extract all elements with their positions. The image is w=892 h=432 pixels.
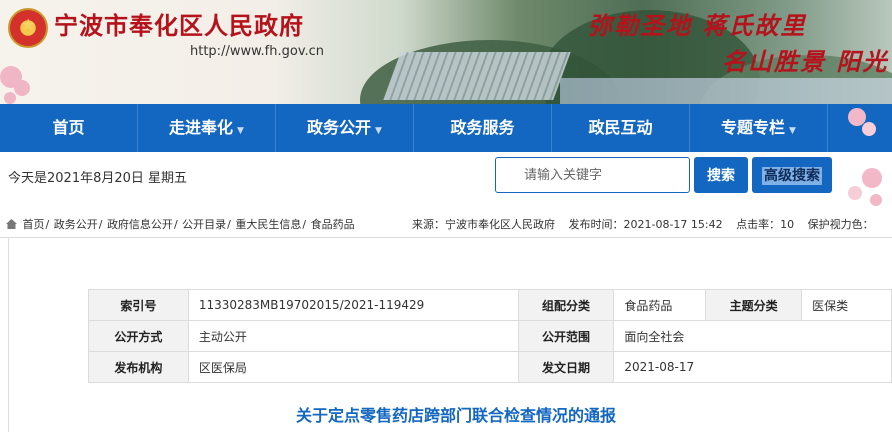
table-row: 发布机构 区医保局 发文日期 2021-08-17 [88, 351, 892, 383]
nav-item-about-fenghua[interactable]: 走进奉化 ▼ [138, 104, 276, 152]
index-value: 11330283MB19702015/2021-119429 [187, 289, 519, 321]
breadcrumb: 首页/ 政务公开/ 政府信息公开/ 公开目录/ 重大民生信息/ 食品药品 [6, 212, 355, 238]
blossom-decoration [870, 194, 882, 206]
chevron-down-icon: ▼ [789, 126, 796, 136]
advanced-search-button[interactable]: 高级搜索 [752, 157, 832, 193]
category-value: 食品药品 [613, 289, 707, 321]
org-label: 发布机构 [88, 351, 189, 383]
topic-label: 主题分类 [705, 289, 803, 321]
advanced-search-label: 高级搜索 [762, 167, 822, 185]
slogan-line-2: 名山胜景 阳光 [722, 47, 889, 76]
org-value: 区医保局 [187, 351, 519, 383]
category-label: 组配分类 [517, 289, 615, 321]
blossom-decoration [14, 80, 30, 96]
scope-label: 公开范围 [517, 320, 615, 352]
publish-value: 2021-08-17 15:42 [623, 218, 723, 231]
document-title: 关于定点零售药店跨部门联合检查情况的通报 [296, 406, 617, 425]
breadcrumb-separator: / [45, 218, 50, 231]
site-title[interactable]: 宁波市奉化区人民政府 [54, 6, 304, 41]
publish-label: 发布时间： [568, 218, 624, 231]
site-url: http://www.fh.gov.cn [190, 44, 325, 59]
breadcrumb-food-drug[interactable]: 食品药品 [311, 218, 355, 231]
method-value: 主动公开 [187, 320, 519, 352]
source-value: 宁波市奉化区人民政府 [445, 218, 555, 231]
banner-lake [560, 78, 892, 104]
main-nav: 首页 走进奉化 ▼ 政务公开 ▼ 政务服务 政民互动 专题专栏 ▼ [0, 104, 892, 152]
breadcrumb-separator: / [302, 218, 307, 231]
nav-item-home[interactable]: 首页 [0, 104, 138, 152]
nav-item-label: 首页 [52, 118, 85, 137]
breadcrumb-bar: 首页/ 政务公开/ 政府信息公开/ 公开目录/ 重大民生信息/ 食品药品 来源：… [0, 212, 892, 238]
clicks-label: 点击率： [736, 218, 781, 231]
blossom-decoration [848, 186, 862, 200]
nav-item-label: 专题专栏 [721, 118, 786, 137]
nav-decoration [828, 104, 892, 152]
chevron-down-icon: ▼ [237, 126, 244, 136]
nav-item-label: 政务公开 [307, 118, 372, 137]
topic-value: 医保类 [801, 289, 892, 321]
table-row: 索引号 11330283MB19702015/2021-119429 组配分类 … [88, 289, 892, 321]
chevron-down-icon: ▼ [375, 126, 382, 136]
breadcrumb-separator: / [98, 218, 103, 231]
nav-item-government-affairs[interactable]: 政务公开 ▼ [276, 104, 414, 152]
breadcrumb-info-disclosure[interactable]: 政府信息公开 [107, 218, 173, 231]
blossom-decoration [4, 92, 16, 104]
index-label: 索引号 [88, 289, 189, 321]
clicks-value: 10 [780, 218, 795, 231]
current-date: 今天是2021年8月20日 星期五 [8, 171, 188, 186]
info-table: 索引号 11330283MB19702015/2021-119429 组配分类 … [88, 289, 892, 383]
search-button[interactable]: 搜索 [694, 157, 748, 193]
date-value: 2021-08-17 [613, 351, 892, 383]
article-meta: 来源：宁波市奉化区人民政府 发布时间：2021-08-17 15:42 点击率：… [412, 212, 874, 238]
breadcrumb-livelihood[interactable]: 重大民生信息 [235, 218, 301, 231]
blossom-decoration [862, 122, 876, 136]
nav-item-special-topics[interactable]: 专题专栏 ▼ [690, 104, 828, 152]
blossom-decoration [840, 150, 892, 220]
nav-item-label: 走进奉化 [169, 118, 234, 137]
search-input[interactable] [495, 157, 690, 193]
table-row: 公开方式 主动公开 公开范围 面向全社会 [88, 320, 892, 352]
header-banner: 宁波市奉化区人民政府 http://www.fh.gov.cn 弥勒圣地 蒋氏故… [0, 0, 892, 104]
breadcrumb-home[interactable]: 首页 [23, 218, 45, 231]
slogan-line-1: 弥勒圣地 蒋氏故里 [588, 11, 807, 40]
home-icon [6, 219, 17, 229]
date-label: 发文日期 [517, 351, 615, 383]
breadcrumb-catalog[interactable]: 公开目录 [182, 218, 226, 231]
nav-item-public-interaction[interactable]: 政民互动 [552, 104, 690, 152]
scope-value: 面向全社会 [613, 320, 892, 352]
banner-greenhouse [383, 52, 571, 100]
national-emblem-icon[interactable] [8, 8, 48, 48]
nav-item-label: 政民互动 [588, 118, 653, 137]
breadcrumb-separator: / [227, 218, 231, 231]
blossom-decoration [862, 168, 882, 188]
nav-item-label: 政务服务 [450, 118, 515, 137]
eye-care-color-label[interactable]: 保护视力色： [808, 218, 874, 231]
breadcrumb-government-affairs[interactable]: 政务公开 [54, 218, 98, 231]
method-label: 公开方式 [88, 320, 189, 352]
source-label: 来源： [412, 218, 445, 231]
breadcrumb-separator: / [173, 218, 178, 231]
nav-item-government-services[interactable]: 政务服务 [414, 104, 552, 152]
